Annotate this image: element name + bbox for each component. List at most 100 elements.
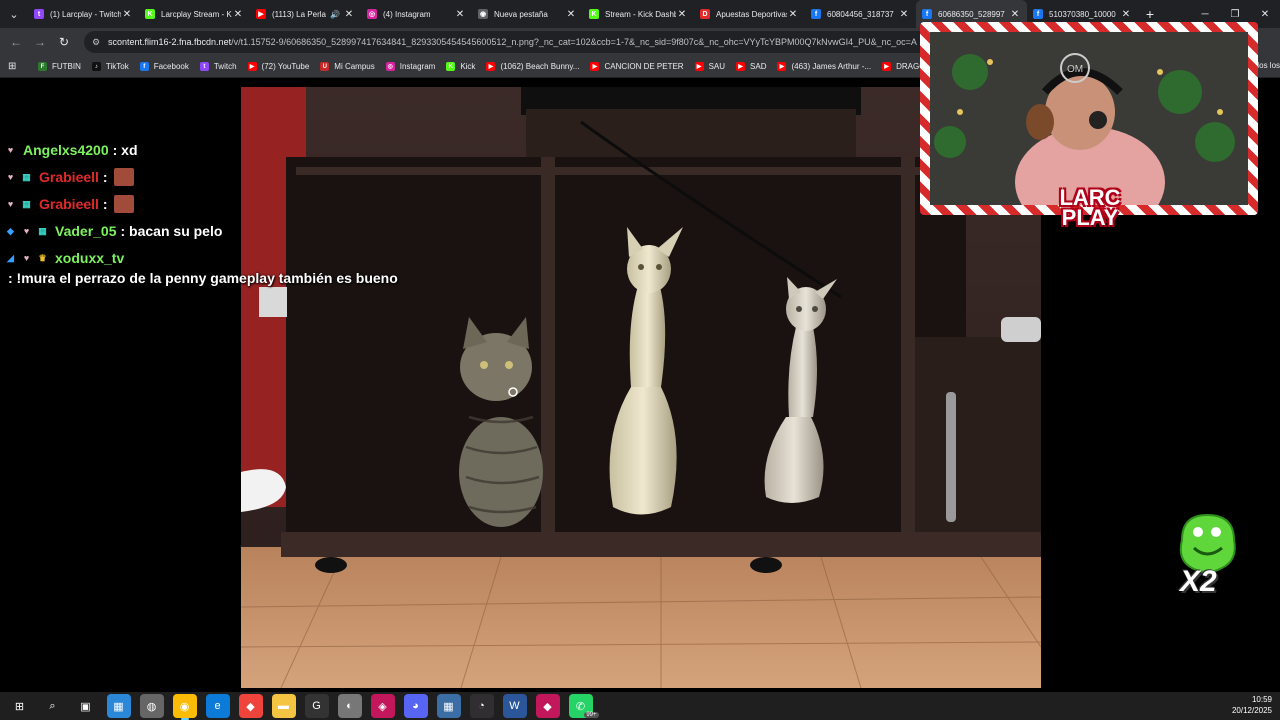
bookmark-item[interactable]: K Kick xyxy=(446,62,475,71)
edge-icon[interactable]: e xyxy=(205,694,230,718)
chat-username[interactable]: Angelxs4200 xyxy=(23,140,109,160)
bookmark-item[interactable]: ◎ Instagram xyxy=(385,62,435,71)
tab-title: Stream - Kick Dashboard xyxy=(605,9,676,19)
close-tab-icon[interactable]: ✕ xyxy=(454,9,466,20)
chat-username[interactable]: xoduxx_tv xyxy=(55,248,124,268)
calculator-icon[interactable]: ▦ xyxy=(436,694,461,718)
bookmark-label: FUTBIN xyxy=(52,62,81,71)
close-tab-icon[interactable]: ✕ xyxy=(676,9,688,20)
mod-badge-icon: ♥ xyxy=(23,253,30,263)
taskbar-glyph: ▬ xyxy=(278,700,289,712)
word-icon[interactable]: W xyxy=(502,694,527,718)
bookmark-item[interactable]: ▶ (72) YouTube xyxy=(247,62,310,71)
mod-badge-icon: ♥ xyxy=(7,172,14,182)
taskbar-glyph: ◆ xyxy=(246,700,255,713)
anydesk-icon[interactable]: ◆ xyxy=(238,694,263,718)
twitch-icon: t xyxy=(34,9,44,19)
bookmark-favicon-icon: U xyxy=(320,62,330,71)
clock-time: 10:59 xyxy=(1251,695,1272,704)
close-tab-icon[interactable]: ✕ xyxy=(1009,9,1021,20)
chat-text: : xd xyxy=(112,142,138,158)
close-tab-icon[interactable]: ✕ xyxy=(898,9,910,20)
browser-tab[interactable]: ◎ (4) Instagram ✕ xyxy=(361,0,472,28)
bookmark-item[interactable]: F FUTBIN xyxy=(38,62,81,71)
bookmark-item[interactable]: f Facebook xyxy=(139,62,189,71)
bookmark-label: (463) James Arthur -... xyxy=(791,62,872,71)
mod-badge-icon: ♥ xyxy=(7,145,14,155)
bookmark-item[interactable]: ▶ (463) James Arthur -... xyxy=(777,62,871,71)
system-clock[interactable]: 10:59 20/12/2025 xyxy=(1232,694,1272,716)
bookmark-item[interactable]: ▶ CANCION DE PETER xyxy=(590,62,684,71)
bookmark-item[interactable]: ▶ (1062) Beach Bunny... xyxy=(486,62,579,71)
obs-icon[interactable]: ◔ xyxy=(469,694,494,718)
chat-username[interactable]: Grabieell xyxy=(39,167,99,187)
bookmark-favicon-icon: ◎ xyxy=(385,62,395,71)
close-tab-icon[interactable]: ✕ xyxy=(787,9,799,20)
browser-tab[interactable]: f 60804456_318737 ✕ xyxy=(805,0,916,28)
app3-icon[interactable]: ◆ xyxy=(535,694,560,718)
chat-text: : xyxy=(102,196,108,212)
browser-tab[interactable]: K Stream - Kick Dashboard✕ xyxy=(583,0,694,28)
app-icon[interactable]: ◍ xyxy=(139,694,164,718)
taskbar-glyph: ◍ xyxy=(146,700,157,713)
close-tab-icon[interactable]: ✕ xyxy=(343,9,355,20)
chrome-icon[interactable]: ◉ xyxy=(172,694,197,720)
bookmark-item[interactable]: ▶ SAU xyxy=(694,62,725,71)
browser-tab[interactable]: ▶ (1113) La Perla 🔊 ✕ xyxy=(250,0,361,28)
youtube-icon: ▶ xyxy=(256,9,266,19)
browser-tab[interactable]: ◉ Nueva pestaña ✕ xyxy=(472,0,583,28)
folder-icon[interactable]: ▬ xyxy=(271,694,296,718)
tab-audio-icon[interactable]: 🔊 xyxy=(330,10,340,19)
close-tab-icon[interactable]: ✕ xyxy=(565,9,577,20)
task-view-icon[interactable]: ▣ xyxy=(74,694,98,718)
chat-message: ◢ ♥ ♛ xoduxx_tv: !mura el perrazo de la pen… xyxy=(4,248,424,288)
taskbar-glyph: e xyxy=(214,700,221,712)
apps-grid-icon[interactable]: ⊞ xyxy=(8,61,22,72)
facebook-icon: f xyxy=(922,9,932,19)
bookmark-favicon-icon: ♪ xyxy=(91,62,101,71)
browser-tab[interactable]: K Larcplay Stream - Kick✕ xyxy=(139,0,250,28)
browser-tab[interactable]: t (1) Larcplay - Twitch ✕ xyxy=(28,0,139,28)
bookmark-item[interactable]: ♪ TikTok xyxy=(91,62,129,71)
bookmark-item[interactable]: ▶ SAD xyxy=(736,62,766,71)
new-tab-button[interactable]: + xyxy=(1138,6,1162,22)
forward-icon[interactable]: → xyxy=(28,30,52,54)
reload-icon[interactable]: ↻ xyxy=(52,30,76,54)
site-info-icon[interactable]: ⚙ xyxy=(90,36,102,48)
chat-text: : !mura el perrazo de la penny gameplay … xyxy=(8,270,398,286)
bet-icon: D xyxy=(700,9,710,19)
store-icon[interactable]: ▦ xyxy=(106,694,131,718)
chat-username[interactable]: Grabieell xyxy=(39,194,99,214)
back-icon[interactable]: ← xyxy=(4,30,28,54)
obs-like-icon[interactable]: ◈ xyxy=(370,694,395,718)
close-tab-icon[interactable]: ✕ xyxy=(1120,9,1132,20)
discord-icon[interactable]: ◕ xyxy=(403,694,428,718)
bookmark-favicon-icon: ▶ xyxy=(694,62,704,71)
g-hub-icon[interactable]: G xyxy=(304,694,329,718)
start-icon[interactable]: ⊞ xyxy=(8,694,32,718)
tab-title: (4) Instagram xyxy=(383,9,431,19)
close-tab-icon[interactable]: ✕ xyxy=(232,9,244,20)
tab-search-icon[interactable]: ⌄ xyxy=(0,0,28,28)
app2-icon[interactable]: ◐ xyxy=(337,694,362,718)
bookmark-item[interactable]: t Twitch xyxy=(199,62,237,71)
chrome-icon: ◉ xyxy=(478,9,488,19)
bookmark-favicon-icon: ▶ xyxy=(486,62,496,71)
mod-badge-icon: ♥ xyxy=(7,199,14,209)
browser-tab[interactable]: D Apuestas Deportivas ✕ xyxy=(694,0,805,28)
close-tab-icon[interactable]: ✕ xyxy=(121,9,133,20)
chat-message: ♥ ▦ Grabieell: xyxy=(4,167,424,187)
instagram-icon: ◎ xyxy=(367,9,377,19)
chat-emote-icon xyxy=(113,168,134,186)
taskbar-glyph: ⌕ xyxy=(49,699,56,712)
search-icon[interactable]: ⌕ xyxy=(41,694,65,718)
chat-username[interactable]: Vader_05 xyxy=(55,221,117,241)
bookmark-label: (72) YouTube xyxy=(261,62,310,71)
bookmark-label: Facebook xyxy=(153,62,189,71)
url-host: scontent.flim16-2.fna.fbcdn.net xyxy=(108,37,232,47)
kick-icon: K xyxy=(145,9,155,19)
bookmark-label: SAD xyxy=(750,62,767,71)
tab-title: 510370380_10000 xyxy=(1049,9,1116,19)
whatsapp-icon[interactable]: ✆ 99+ xyxy=(568,694,599,718)
bookmark-item[interactable]: U Mi Campus xyxy=(320,62,375,71)
